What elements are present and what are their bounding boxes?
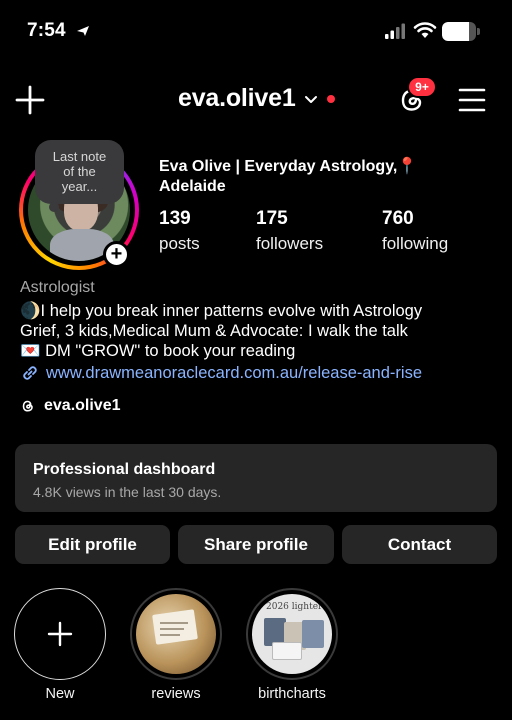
status-time: 7:54 xyxy=(27,20,66,41)
stat-following-value: 760 xyxy=(382,208,414,229)
plus-icon: + xyxy=(110,242,123,265)
share-profile-button[interactable]: Share profile xyxy=(178,525,334,564)
bio: 🌒I help you break inner patterns evolve … xyxy=(20,301,500,361)
stat-followers-value: 175 xyxy=(256,208,288,229)
status-bar: 7:54 xyxy=(0,0,512,64)
note-bubble[interactable]: Last note of the year... xyxy=(35,140,124,204)
highlight-reviews-image xyxy=(136,594,216,674)
battery-tip xyxy=(477,28,480,35)
chevron-down-icon xyxy=(304,95,317,103)
highlight-label: birthcharts xyxy=(258,686,326,702)
highlight-birthcharts[interactable]: 2026 lighter birthcharts xyxy=(246,588,338,702)
profile-link[interactable]: www.drawmeanoraclecard.com.au/release-an… xyxy=(20,363,422,383)
highlight-label: reviews xyxy=(151,686,201,702)
highlight-birthcharts-circle: 2026 lighter xyxy=(246,588,338,680)
stat-following[interactable]: 760 following xyxy=(382,208,448,254)
highlight-new-circle xyxy=(14,588,106,680)
dashboard-subtitle: 4.8K views in the last 30 days. xyxy=(33,484,222,500)
note-line-3: year... xyxy=(61,179,98,194)
profile-category: Astrologist xyxy=(20,279,95,296)
wifi-icon xyxy=(413,22,437,38)
highlight-reviews[interactable]: reviews xyxy=(130,588,222,702)
link-icon xyxy=(23,366,37,380)
bio-line-2: Grief, 3 kids,Medical Mum & Advocate: I … xyxy=(20,322,408,340)
note-bubble-tail xyxy=(49,202,59,212)
highlight-image-text: 2026 lighter xyxy=(266,602,323,612)
display-name: Eva Olive | Everyday Astrology,📍Adelaide xyxy=(159,158,418,195)
stat-following-label: following xyxy=(382,234,449,253)
dashboard-title: Professional dashboard xyxy=(33,461,216,478)
edit-profile-button[interactable]: Edit profile xyxy=(15,525,170,564)
bio-line-1: 🌒I help you break inner patterns evolve … xyxy=(20,302,423,320)
highlight-reviews-circle xyxy=(130,588,222,680)
notification-badge: 9+ xyxy=(407,76,437,98)
threads-profile-badge[interactable]: eva.olive1 xyxy=(20,397,121,415)
stat-followers[interactable]: 175 followers xyxy=(256,208,323,254)
hamburger-menu-icon[interactable] xyxy=(458,86,486,114)
create-plus-icon[interactable] xyxy=(14,84,46,116)
unread-dot xyxy=(326,94,335,103)
contact-button[interactable]: Contact xyxy=(342,525,497,564)
stat-posts-label: posts xyxy=(159,234,200,253)
highlight-birthcharts-image: 2026 lighter xyxy=(252,594,332,674)
highlight-label: New xyxy=(45,686,75,702)
threads-icon xyxy=(22,400,33,412)
threads-handle: eva.olive1 xyxy=(44,397,121,414)
plus-icon xyxy=(47,621,73,647)
profile-link-text: www.drawmeanoraclecard.com.au/release-an… xyxy=(46,363,422,382)
account-switcher[interactable]: eva.olive1 xyxy=(178,84,335,113)
cellular-signal-icon xyxy=(385,23,405,39)
stat-posts-value: 139 xyxy=(159,208,191,229)
professional-dashboard[interactable]: Professional dashboard 4.8K views in the… xyxy=(15,444,497,512)
battery-icon xyxy=(442,22,476,41)
add-story-button[interactable]: + xyxy=(103,241,130,268)
note-line-2: of the xyxy=(63,164,96,179)
bio-line-3: 💌 DM "GROW" to book your reading xyxy=(20,342,296,360)
header-username: eva.olive1 xyxy=(178,84,296,112)
top-nav: eva.olive1 9+ xyxy=(0,72,512,128)
location-arrow-icon xyxy=(77,26,89,36)
highlight-new[interactable]: New xyxy=(14,588,106,702)
stat-followers-label: followers xyxy=(256,234,324,253)
stat-posts[interactable]: 139 posts xyxy=(159,208,200,254)
note-line-1: Last note xyxy=(52,149,107,164)
